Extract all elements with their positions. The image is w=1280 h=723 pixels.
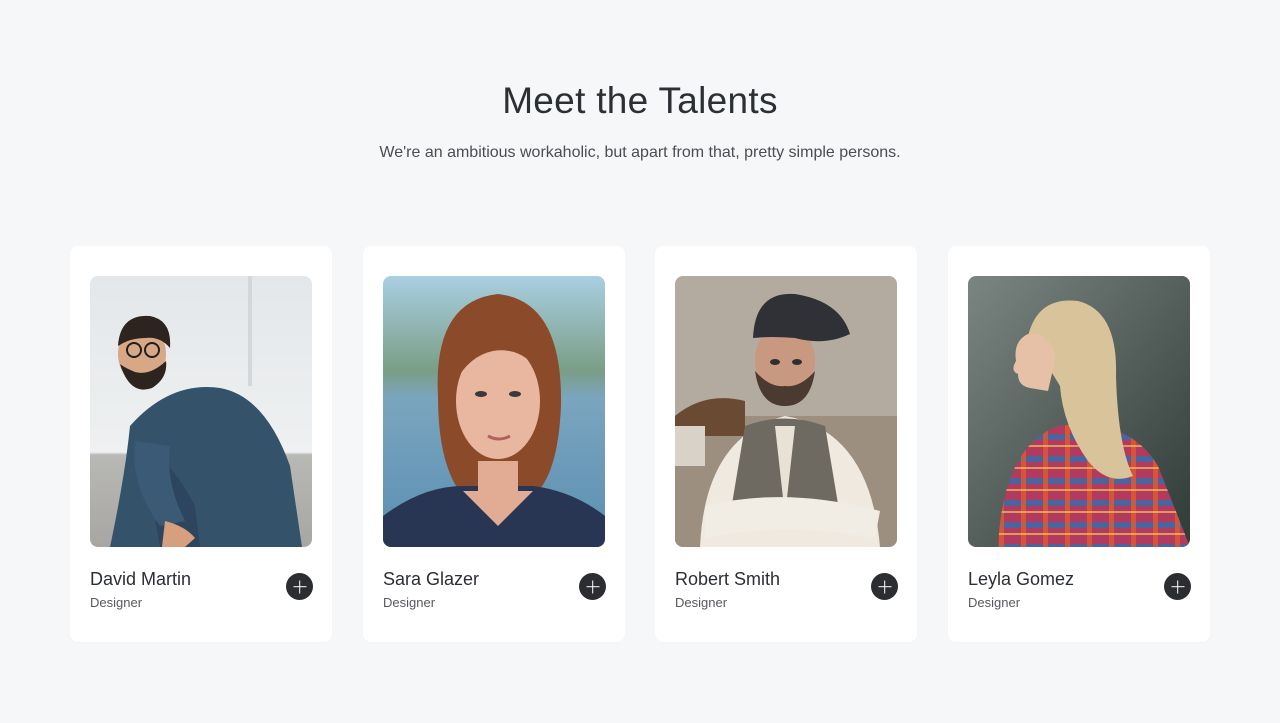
talent-photo [90, 276, 312, 547]
section-subtitle: We're an ambitious workaholic, but apart… [379, 144, 901, 161]
talent-role: Designer [968, 595, 1021, 610]
talent-role: Designer [675, 595, 728, 610]
talent-role: Designer [383, 595, 436, 610]
talent-card: Robert Smith Designer [655, 246, 917, 642]
talent-card: Leyla Gomez Designer [948, 246, 1210, 642]
plus-icon[interactable] [286, 573, 313, 600]
talent-name: David Martin [90, 569, 192, 589]
talent-photo [968, 276, 1190, 547]
talent-name: Leyla Gomez [968, 569, 1075, 589]
talent-photo [675, 276, 897, 547]
plus-icon[interactable] [579, 573, 606, 600]
plus-icon[interactable] [871, 573, 898, 600]
plus-icon[interactable] [1164, 573, 1191, 600]
section-title: Meet the Talents [502, 80, 778, 121]
talent-photo [383, 276, 605, 547]
talent-cards: David Martin Designer Sara Glazer Design… [70, 246, 1210, 642]
talent-card: Sara Glazer Designer [363, 246, 625, 642]
talent-role: Designer [90, 595, 143, 610]
talent-card: David Martin Designer [70, 246, 332, 642]
talent-name: Robert Smith [675, 569, 781, 589]
talent-name: Sara Glazer [383, 569, 480, 589]
